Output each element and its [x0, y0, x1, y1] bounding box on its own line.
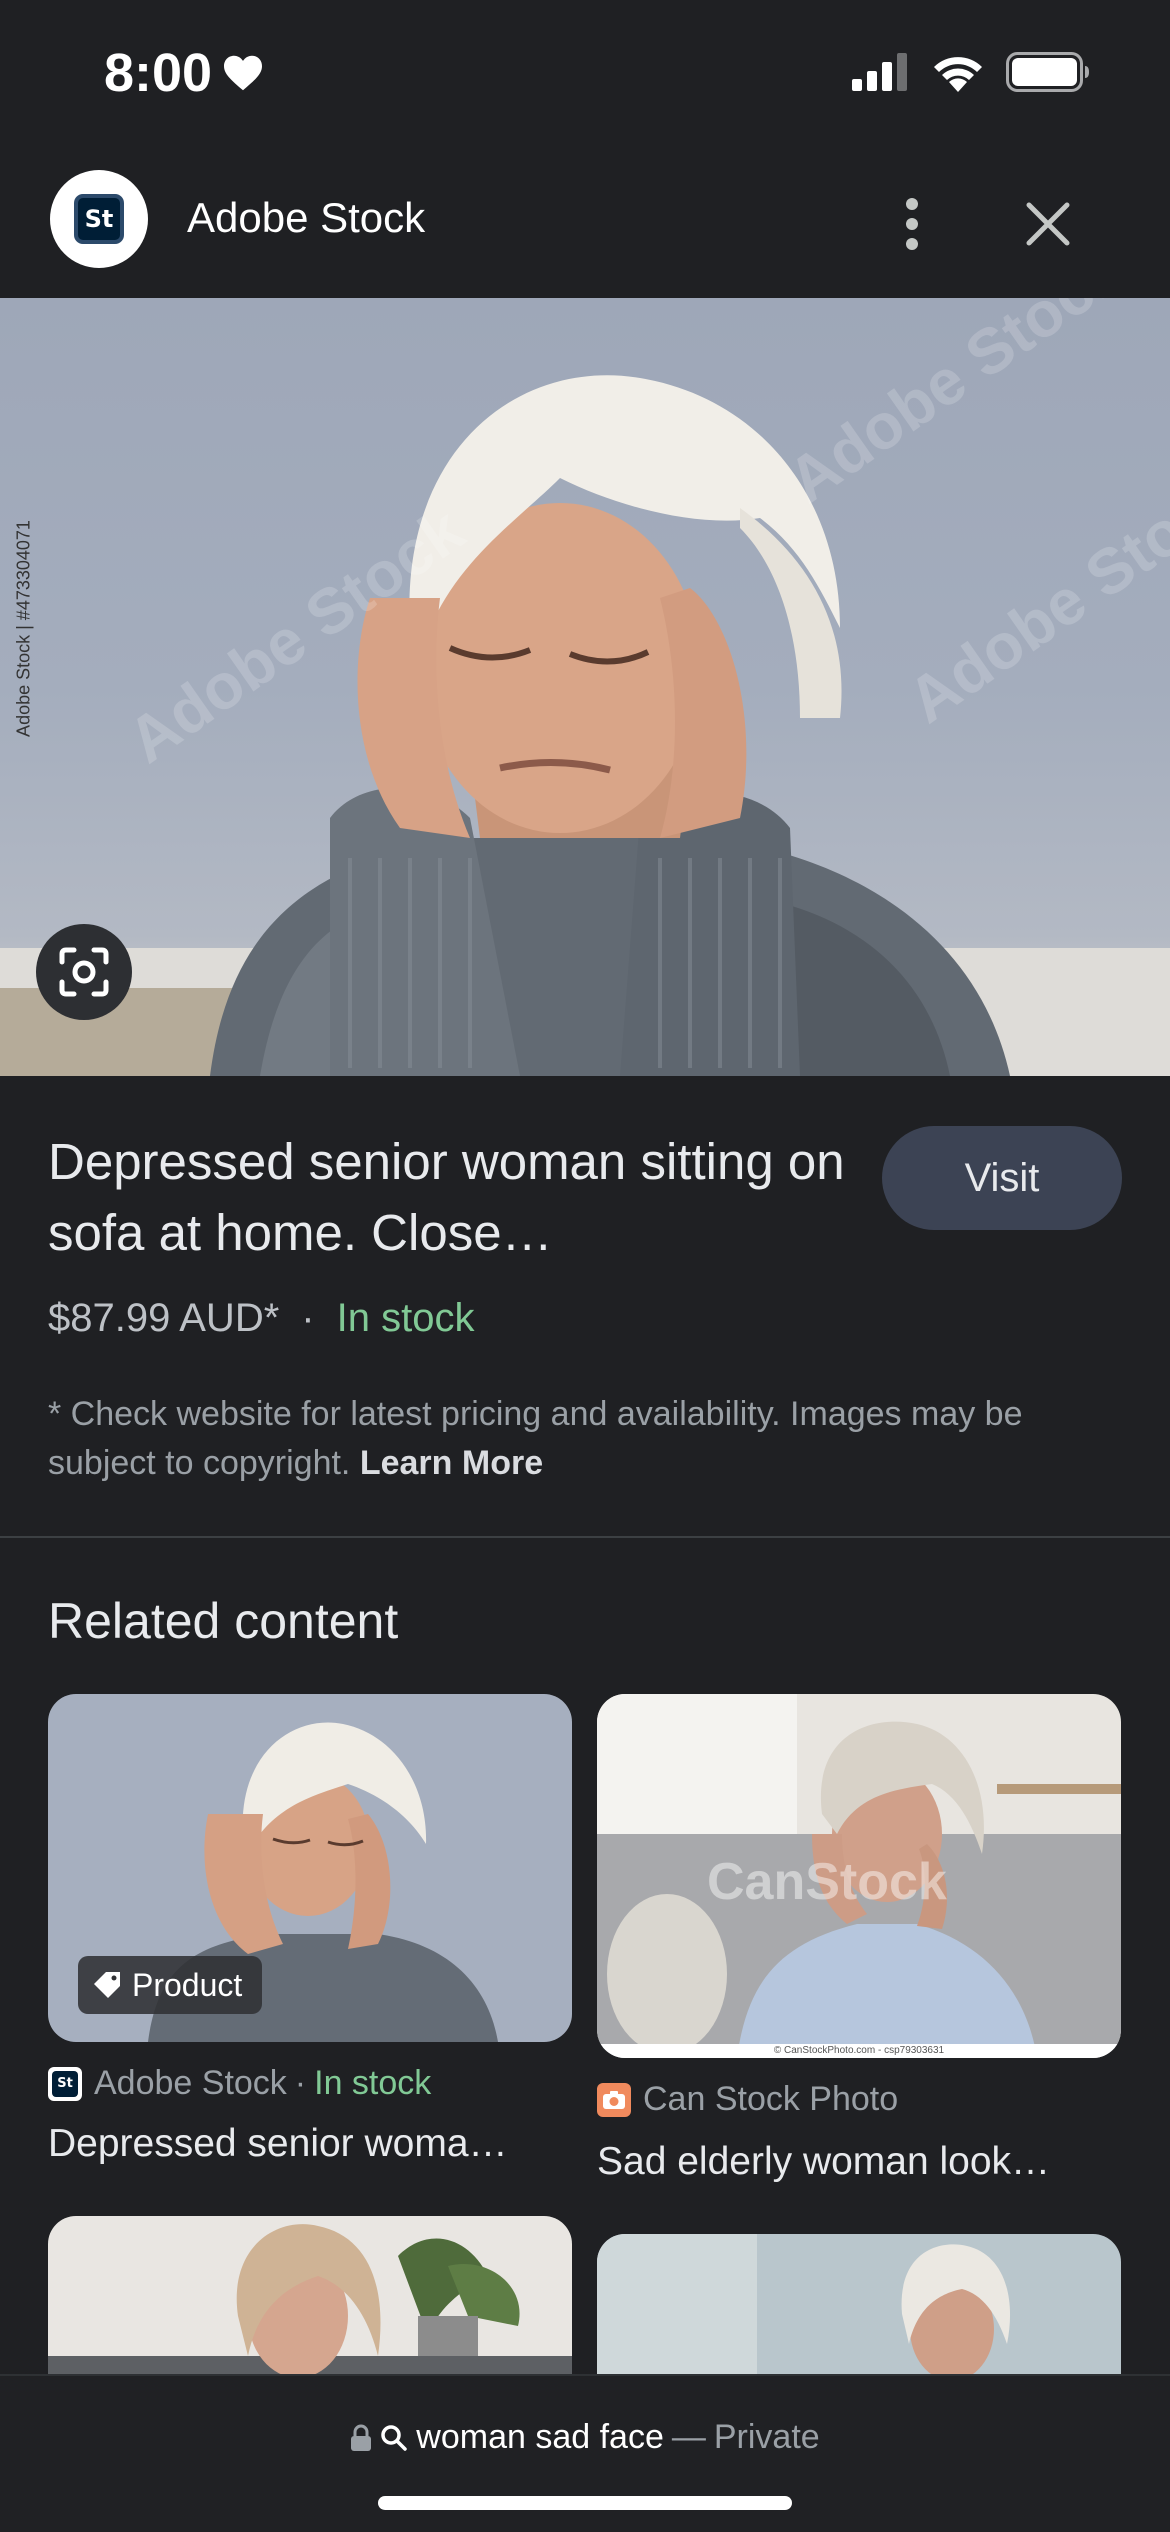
- home-indicator[interactable]: [378, 2496, 792, 2510]
- close-button[interactable]: [1012, 184, 1084, 264]
- search-query-row[interactable]: woman sad face — Private: [0, 2418, 1170, 2457]
- wifi-icon: [934, 57, 982, 92]
- learn-more-link[interactable]: Learn More: [360, 1444, 543, 1482]
- section-divider: [0, 1536, 1170, 1538]
- related-card-image[interactable]: CanStock © CanStockPhoto.com - csp793036…: [597, 1694, 1121, 2058]
- bottom-address-bar: woman sad face — Private: [0, 2374, 1170, 2532]
- related-card-source: St Adobe Stock · In stock: [48, 2064, 431, 2103]
- status-icons: [852, 52, 1090, 92]
- tag-icon: [94, 1972, 120, 1998]
- clock-text: 8:00: [104, 43, 213, 103]
- battery-icon: [1006, 52, 1089, 92]
- image-credit-text: Adobe Stock | #473304071: [13, 520, 34, 737]
- more-vert-icon: [906, 198, 918, 250]
- related-content-heading: Related content: [48, 1593, 399, 1649]
- more-options-button[interactable]: [880, 184, 944, 264]
- related-card-title[interactable]: Depressed senior woma…: [48, 2122, 572, 2166]
- heart-icon: [224, 55, 263, 91]
- adobe-stock-favicon-icon: St: [48, 2066, 82, 2101]
- price-row: $87.99 AUD* · In stock: [48, 1296, 474, 1341]
- visit-button[interactable]: Visit: [882, 1126, 1122, 1230]
- site-name[interactable]: Adobe Stock: [187, 194, 425, 242]
- search-icon: [381, 2424, 408, 2451]
- stock-status: In stock: [336, 1296, 475, 1340]
- related-card-source: Can Stock Photo: [597, 2080, 898, 2119]
- search-query-text: woman sad face: [416, 2418, 664, 2456]
- product-image[interactable]: Adobe Stock Adobe Stock Adobe Stock Adob…: [0, 298, 1170, 1076]
- status-bar: 8:00: [0, 0, 1170, 150]
- separator-dot: ·: [301, 1296, 315, 1340]
- lock-icon: [351, 2424, 372, 2451]
- disclaimer-text: * Check website for latest pricing and a…: [48, 1390, 1128, 1488]
- source-name: Can Stock Photo: [643, 2080, 899, 2118]
- status-time: 8:00: [104, 42, 264, 104]
- adobe-stock-logo-icon: St: [74, 194, 124, 244]
- site-logo[interactable]: St: [50, 170, 148, 268]
- private-mode-label: Private: [713, 2418, 820, 2456]
- canstock-watermark: CanStock: [707, 1853, 947, 1911]
- google-lens-button[interactable]: [36, 924, 132, 1020]
- price-text: $87.99 AUD*: [48, 1296, 280, 1340]
- canstock-credit: © CanStockPhoto.com - csp79303631: [773, 2045, 945, 2056]
- close-icon: [1026, 202, 1070, 246]
- cellular-signal-icon: [852, 53, 907, 91]
- source-separator: ·: [294, 2064, 307, 2102]
- header-bar: St Adobe Stock: [0, 150, 1170, 298]
- product-chip: Product: [78, 1956, 263, 2014]
- query-dash: —: [671, 2418, 706, 2456]
- source-name: Adobe Stock: [94, 2064, 287, 2102]
- can-stock-photo-favicon-icon: [597, 2082, 631, 2117]
- product-chip-label: Product: [132, 1966, 243, 2003]
- product-title: Depressed senior woman sitting on sofa a…: [48, 1133, 845, 1261]
- related-card-title[interactable]: Sad elderly woman look…: [597, 2140, 1121, 2184]
- related-card-image[interactable]: Product: [48, 1694, 572, 2042]
- lens-scan-icon: [59, 947, 109, 997]
- source-stock-status: In stock: [314, 2064, 432, 2102]
